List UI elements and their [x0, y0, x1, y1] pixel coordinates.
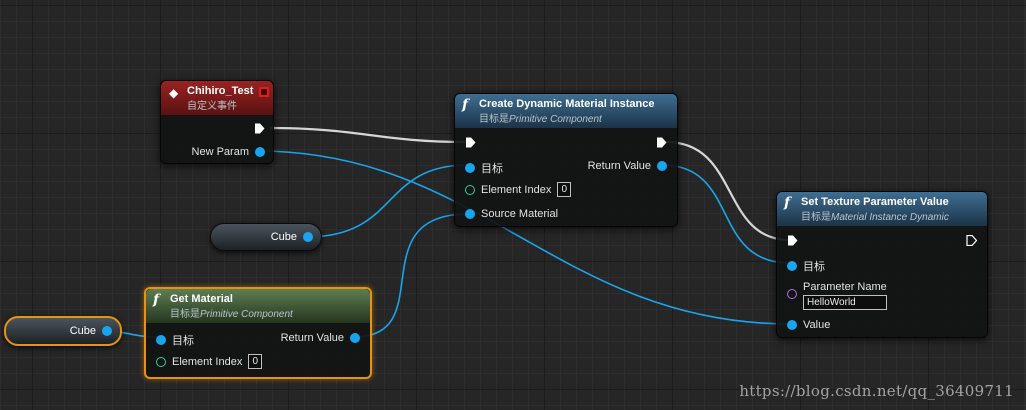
exec-output-pin[interactable]	[656, 137, 667, 148]
exec-wire-create-to-set	[665, 140, 791, 242]
target-row: 目标	[787, 258, 825, 274]
cube-variable-output-pin[interactable]	[303, 232, 313, 242]
create-dmi-subtitle-prefix: 目标是	[479, 114, 509, 125]
exec-input-row	[787, 235, 798, 246]
element-index-label: Element Index	[172, 355, 243, 368]
return-value-label: Return Value	[587, 160, 651, 172]
set-texture-param-header[interactable]: f Set Texture Parameter Value 目标是Materia…	[777, 192, 987, 226]
set-texture-param-subtitle: 目标是Material Instance Dynamic	[801, 208, 979, 223]
set-texture-param-subtitle-class: Material Instance Dynamic	[831, 212, 949, 223]
get-material-node[interactable]: f Get Material 目标是Primitive Component 目标…	[144, 287, 372, 379]
value-label: Value	[803, 319, 831, 331]
return-value-row: Return Value	[281, 332, 360, 344]
target-pin[interactable]	[787, 261, 797, 271]
target-label: 目标	[481, 163, 503, 175]
parameter-name-input[interactable]: HelloWorld	[803, 295, 887, 310]
return-value-pin[interactable]	[350, 333, 360, 343]
exec-output-pin[interactable]	[966, 235, 977, 246]
exec-output-row	[254, 123, 265, 134]
cube-variable-node[interactable]: Cube	[210, 223, 322, 251]
cube-variable-node-selected[interactable]: Cube	[4, 316, 122, 346]
delegate-output-pin[interactable]	[259, 87, 269, 97]
set-texture-param-title: Set Texture Parameter Value	[801, 196, 949, 208]
function-icon: f	[462, 97, 469, 113]
target-row: 目标	[156, 332, 194, 348]
exec-output-row	[966, 235, 977, 246]
target-row: 目标	[465, 160, 503, 176]
wire-cube1-to-target	[305, 164, 469, 238]
get-material-header[interactable]: f Get Material 目标是Primitive Component	[146, 289, 370, 323]
parameter-name-group: Parameter Name HelloWorld	[803, 281, 887, 310]
element-index-pin[interactable]	[156, 356, 166, 367]
custom-event-subtitle: 自定义事件	[187, 101, 237, 112]
target-label: 目标	[803, 261, 825, 273]
create-dmi-subtitle-class: Primitive Component	[509, 114, 602, 125]
parameter-name-pin[interactable]	[787, 289, 797, 299]
custom-event-title: Chihiro_Test	[187, 85, 254, 97]
return-value-label: Return Value	[280, 332, 344, 344]
exec-output-row	[656, 137, 667, 148]
new-param-pin[interactable]	[255, 147, 265, 157]
exec-input-pin[interactable]	[787, 235, 798, 246]
get-material-title: Get Material	[170, 293, 233, 305]
element-index-row: Element Index 0	[465, 182, 572, 197]
exec-input-row	[465, 137, 476, 148]
new-param-label: New Param	[191, 146, 249, 158]
target-label: 目标	[172, 335, 194, 347]
return-value-row: Return Value	[588, 160, 667, 172]
set-texture-param-node[interactable]: f Set Texture Parameter Value 目标是Materia…	[776, 191, 988, 338]
get-material-subtitle: 目标是Primitive Component	[170, 305, 362, 320]
get-material-subtitle-prefix: 目标是	[170, 309, 200, 320]
target-pin[interactable]	[465, 163, 475, 173]
custom-event-node[interactable]: ◆ Chihiro_Test 自定义事件 New Param	[160, 80, 274, 164]
function-icon: f	[784, 195, 791, 211]
value-row: Value	[787, 319, 830, 331]
source-material-label: Source Material	[481, 208, 559, 220]
source-material-row: Source Material	[465, 208, 558, 220]
new-param-row: New Param	[192, 146, 265, 158]
element-index-input[interactable]: 0	[557, 182, 572, 197]
create-dmi-subtitle: 目标是Primitive Component	[479, 110, 669, 125]
element-index-input[interactable]: 0	[248, 354, 263, 369]
event-icon: ◆	[169, 86, 179, 100]
exec-input-pin[interactable]	[465, 137, 476, 148]
function-icon: f	[153, 292, 160, 308]
value-pin[interactable]	[787, 320, 797, 330]
cube-variable-output-pin[interactable]	[102, 326, 112, 336]
watermark: https://blog.csdn.net/qq_36409711	[739, 382, 1014, 400]
create-dmi-title: Create Dynamic Material Instance	[479, 98, 655, 110]
create-dmi-node[interactable]: f Create Dynamic Material Instance 目标是Pr…	[454, 93, 678, 227]
element-index-row: Element Index 0	[156, 354, 263, 369]
exec-output-pin[interactable]	[254, 123, 265, 134]
wire-returnvalue-to-target	[661, 164, 791, 264]
source-material-pin[interactable]	[465, 209, 475, 219]
return-value-pin[interactable]	[657, 161, 667, 171]
get-material-subtitle-class: Primitive Component	[200, 309, 293, 320]
parameter-name-row: Parameter Name HelloWorld	[787, 281, 887, 310]
element-index-pin[interactable]	[465, 184, 475, 195]
target-pin[interactable]	[156, 335, 166, 345]
element-index-label: Element Index	[481, 183, 552, 196]
custom-event-header[interactable]: ◆ Chihiro_Test 自定义事件	[161, 81, 273, 115]
exec-wire-event-to-create	[269, 126, 467, 144]
cube-variable-label: Cube	[270, 231, 297, 243]
parameter-name-label: Parameter Name	[803, 281, 887, 293]
create-dmi-header[interactable]: f Create Dynamic Material Instance 目标是Pr…	[455, 94, 677, 128]
cube-variable-label: Cube	[69, 325, 96, 337]
set-texture-param-subtitle-prefix: 目标是	[801, 212, 831, 223]
